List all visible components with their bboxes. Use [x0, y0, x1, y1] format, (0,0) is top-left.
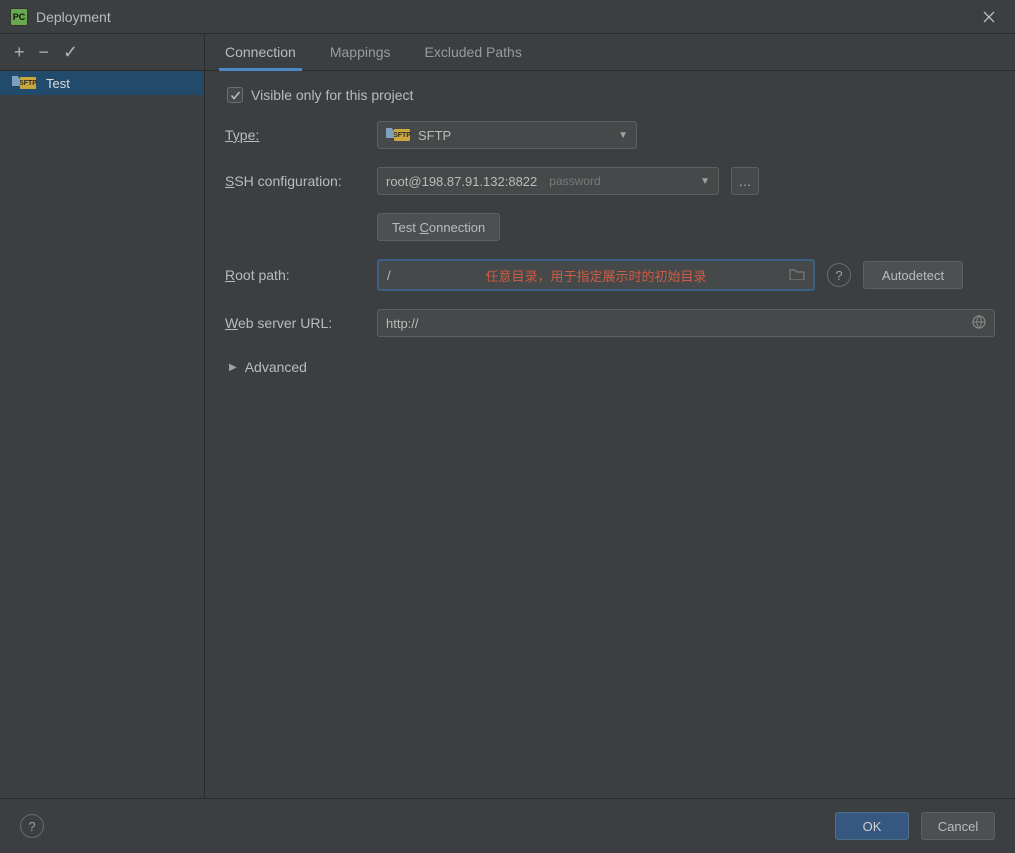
type-label: Type:: [225, 127, 365, 143]
web-url-value: http://: [386, 316, 419, 331]
autodetect-button[interactable]: Autodetect: [863, 261, 963, 289]
ssh-config-value: root@198.87.91.132:8822: [386, 174, 537, 189]
app-icon: PC: [10, 8, 28, 26]
ssh-config-select[interactable]: root@198.87.91.132:8822 password ▼: [377, 167, 719, 195]
advanced-label: Advanced: [245, 359, 307, 375]
advanced-toggle[interactable]: ▶ Advanced: [225, 359, 995, 375]
root-path-input[interactable]: / 任意目录，用于指定展示时的初始目录: [377, 259, 815, 291]
tabs: Connection Mappings Excluded Paths: [205, 34, 1015, 71]
root-path-value: /: [387, 268, 391, 283]
type-value: SFTP: [418, 128, 451, 143]
sidebar-list: SFTP Test: [0, 71, 204, 798]
titlebar: PC Deployment: [0, 0, 1015, 34]
dialog-help-button[interactable]: ?: [20, 814, 44, 838]
content-panel: Connection Mappings Excluded Paths Visib…: [205, 34, 1015, 798]
ssh-config-hint: password: [549, 174, 600, 188]
ellipsis-icon: …: [739, 174, 752, 189]
ssh-config-label: SSH configuration:: [225, 173, 365, 189]
sidebar-item-test[interactable]: SFTP Test: [0, 71, 204, 95]
globe-icon[interactable]: [972, 315, 986, 332]
triangle-right-icon: ▶: [229, 362, 237, 373]
sftp-icon: SFTP: [386, 129, 410, 141]
web-url-label: Web server URL:: [225, 315, 365, 331]
close-button[interactable]: [973, 0, 1005, 33]
help-icon[interactable]: ?: [827, 263, 851, 287]
visible-only-row: Visible only for this project: [225, 87, 995, 103]
tab-mappings[interactable]: Mappings: [324, 35, 397, 70]
sidebar-item-label: Test: [46, 76, 70, 91]
form: Visible only for this project Type: SFTP…: [205, 71, 1015, 391]
sftp-icon: SFTP: [12, 77, 36, 89]
cancel-button[interactable]: Cancel: [921, 812, 995, 840]
remove-server-button[interactable]: −: [39, 43, 50, 61]
test-connection-button[interactable]: Test Connection: [377, 213, 500, 241]
root-path-annotation: 任意目录，用于指定展示时的初始目录: [485, 266, 706, 285]
close-icon: [983, 11, 995, 23]
check-icon: [230, 90, 241, 101]
ok-button[interactable]: OK: [835, 812, 909, 840]
sidebar-toolbar: + − ✓: [0, 34, 204, 71]
chevron-down-icon: ▼: [618, 130, 628, 141]
sidebar: + − ✓ SFTP Test: [0, 34, 205, 798]
tab-connection[interactable]: Connection: [219, 35, 302, 70]
type-select[interactable]: SFTP SFTP ▼: [377, 121, 637, 149]
footer: ? OK Cancel: [0, 798, 1015, 853]
window-title: Deployment: [36, 9, 973, 25]
chevron-down-icon: ▼: [700, 176, 710, 187]
visible-only-label: Visible only for this project: [251, 87, 413, 103]
ssh-config-edit-button[interactable]: …: [731, 167, 759, 195]
web-url-input[interactable]: http://: [377, 309, 995, 337]
folder-icon[interactable]: [789, 267, 805, 283]
visible-only-checkbox[interactable]: [227, 87, 243, 103]
add-server-button[interactable]: +: [14, 43, 25, 61]
root-path-label: Root path:: [225, 267, 365, 283]
tab-excluded-paths[interactable]: Excluded Paths: [419, 35, 528, 70]
accept-button[interactable]: ✓: [63, 43, 78, 61]
